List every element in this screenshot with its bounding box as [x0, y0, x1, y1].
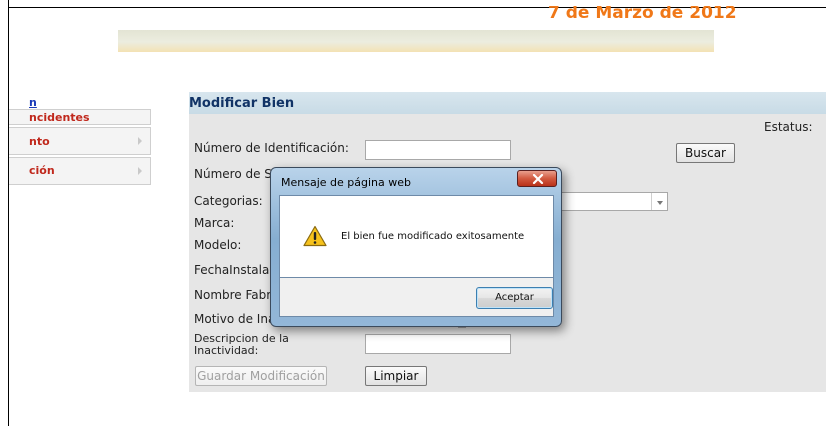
label-numero-serie: Número de S: [194, 167, 272, 181]
label-marca: Marca:: [194, 216, 235, 230]
dialog-close-button[interactable]: [517, 170, 557, 187]
descripcion-input[interactable]: [365, 334, 511, 354]
form-header: Modificar Bien: [189, 92, 826, 114]
header-date: 7 de Marzo de 2012: [548, 6, 737, 22]
estatus-label: Estatus:: [764, 120, 813, 134]
dialog-footer: Aceptar: [279, 278, 554, 317]
dialog-message: El bien fue modificado exitosamente: [341, 231, 525, 242]
message-dialog: Mensaje de página web El bien fue modifi…: [270, 167, 562, 327]
label-modelo: Modelo:: [194, 238, 242, 252]
categorias-select[interactable]: [548, 192, 668, 211]
dialog-title: Mensaje de página web: [281, 176, 411, 189]
numero-identificacion-input[interactable]: [365, 140, 511, 160]
sidebar-item-label: ción: [29, 164, 55, 177]
limpiar-button[interactable]: Limpiar: [365, 366, 427, 386]
label-descripcion-inactividad: Descripcion de la Inactividad:: [194, 332, 289, 357]
guardar-modificacion-button[interactable]: Guardar Modificación: [195, 366, 327, 386]
sidebar-link[interactable]: n: [29, 96, 37, 109]
close-icon: [532, 174, 544, 184]
form-title: Modificar Bien: [189, 96, 295, 111]
sidebar-item-label: ncidentes: [29, 111, 90, 124]
sidebar-item-incidentes[interactable]: ncidentes: [9, 109, 151, 125]
dialog-body: El bien fue modificado exitosamente: [279, 195, 554, 278]
label-nombre-fabricante: Nombre Fabr: [194, 288, 272, 302]
label-categorias: Categorias:: [194, 194, 263, 208]
aceptar-button[interactable]: Aceptar: [476, 287, 553, 309]
page-left-border: [8, 0, 9, 426]
label-numero-identificacion: Número de Identificación:: [194, 141, 349, 155]
buscar-button[interactable]: Buscar: [676, 143, 735, 163]
chevron-right-icon: [138, 167, 142, 175]
warning-icon: [303, 225, 327, 247]
chevron-down-icon: [651, 193, 667, 210]
chevron-right-icon: [138, 137, 142, 145]
header-banner: [118, 30, 714, 52]
sidebar-item-3[interactable]: ción: [9, 157, 151, 185]
label-motivo-inactividad: Motivo de Ina: [194, 312, 276, 326]
sidebar-item-label: nto: [29, 135, 50, 148]
label-fecha-instalacion: FechaInstala: [194, 263, 270, 277]
sidebar-item-2[interactable]: nto: [9, 127, 151, 155]
